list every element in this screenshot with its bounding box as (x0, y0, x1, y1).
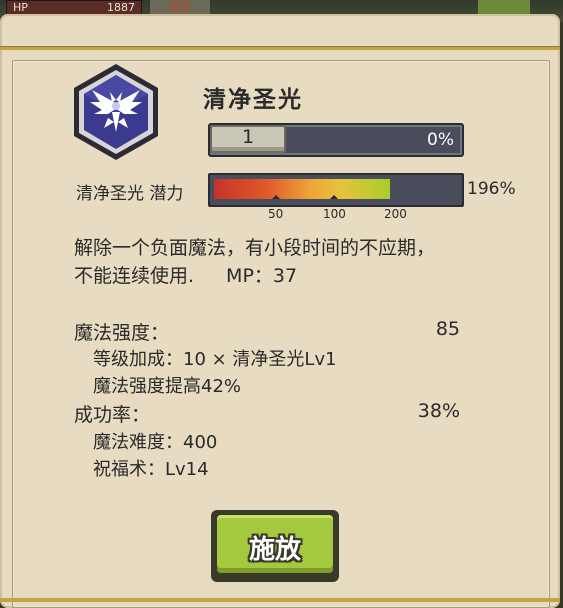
level-progress-percent: 0% (427, 130, 454, 150)
power-row: 魔法强度： 85 (74, 318, 460, 345)
description-line-1: 解除一个负面魔法，有小段时间的不应期， (74, 237, 436, 259)
potential-mark-100: 100 (323, 207, 346, 221)
hud-tag: 道能 (150, 0, 210, 14)
success-label: 成功率： (74, 404, 151, 426)
potential-tick-50 (272, 195, 280, 199)
potential-percent: 196% (467, 179, 516, 199)
power-value: 85 (435, 318, 460, 340)
skill-name: 清净圣光 (203, 87, 303, 113)
potential-tick-100 (330, 195, 338, 199)
power-detail-2: 魔法强度提高42% (93, 376, 242, 397)
power-detail-1: 等级加成：10 × 清净圣光Lv1 (93, 349, 337, 370)
success-row: 成功率： 38% (74, 400, 460, 427)
cast-button-label: 施放 (248, 535, 301, 565)
cast-button[interactable]: 施放 (211, 510, 339, 582)
success-detail-1: 魔法难度：400 (93, 432, 218, 453)
potential-mark-50: 50 (268, 207, 284, 221)
power-label: 魔法强度： (74, 322, 170, 344)
success-detail-2: 祝福术：Lv14 (93, 459, 209, 480)
mp-cost: MP：37 (226, 265, 298, 287)
potential-label: 清净圣光 潜力 (76, 184, 184, 204)
cast-button-face: 施放 (217, 515, 333, 573)
skill-level: 1 (210, 125, 286, 153)
bottom-trim (0, 598, 560, 602)
hp-value: 1887 (107, 1, 135, 14)
description-line-2: 不能连续使用. (74, 265, 195, 287)
phoenix-wings-icon (74, 64, 158, 160)
top-trim (0, 46, 560, 50)
success-value: 38% (417, 400, 460, 422)
potential-bar-fill (214, 179, 390, 199)
hp-label: HP (13, 1, 28, 14)
skill-description: 解除一个负面魔法，有小段时间的不应期， 不能连续使用. MP：37 (74, 234, 514, 290)
potential-mark-200: 200 (384, 207, 407, 221)
